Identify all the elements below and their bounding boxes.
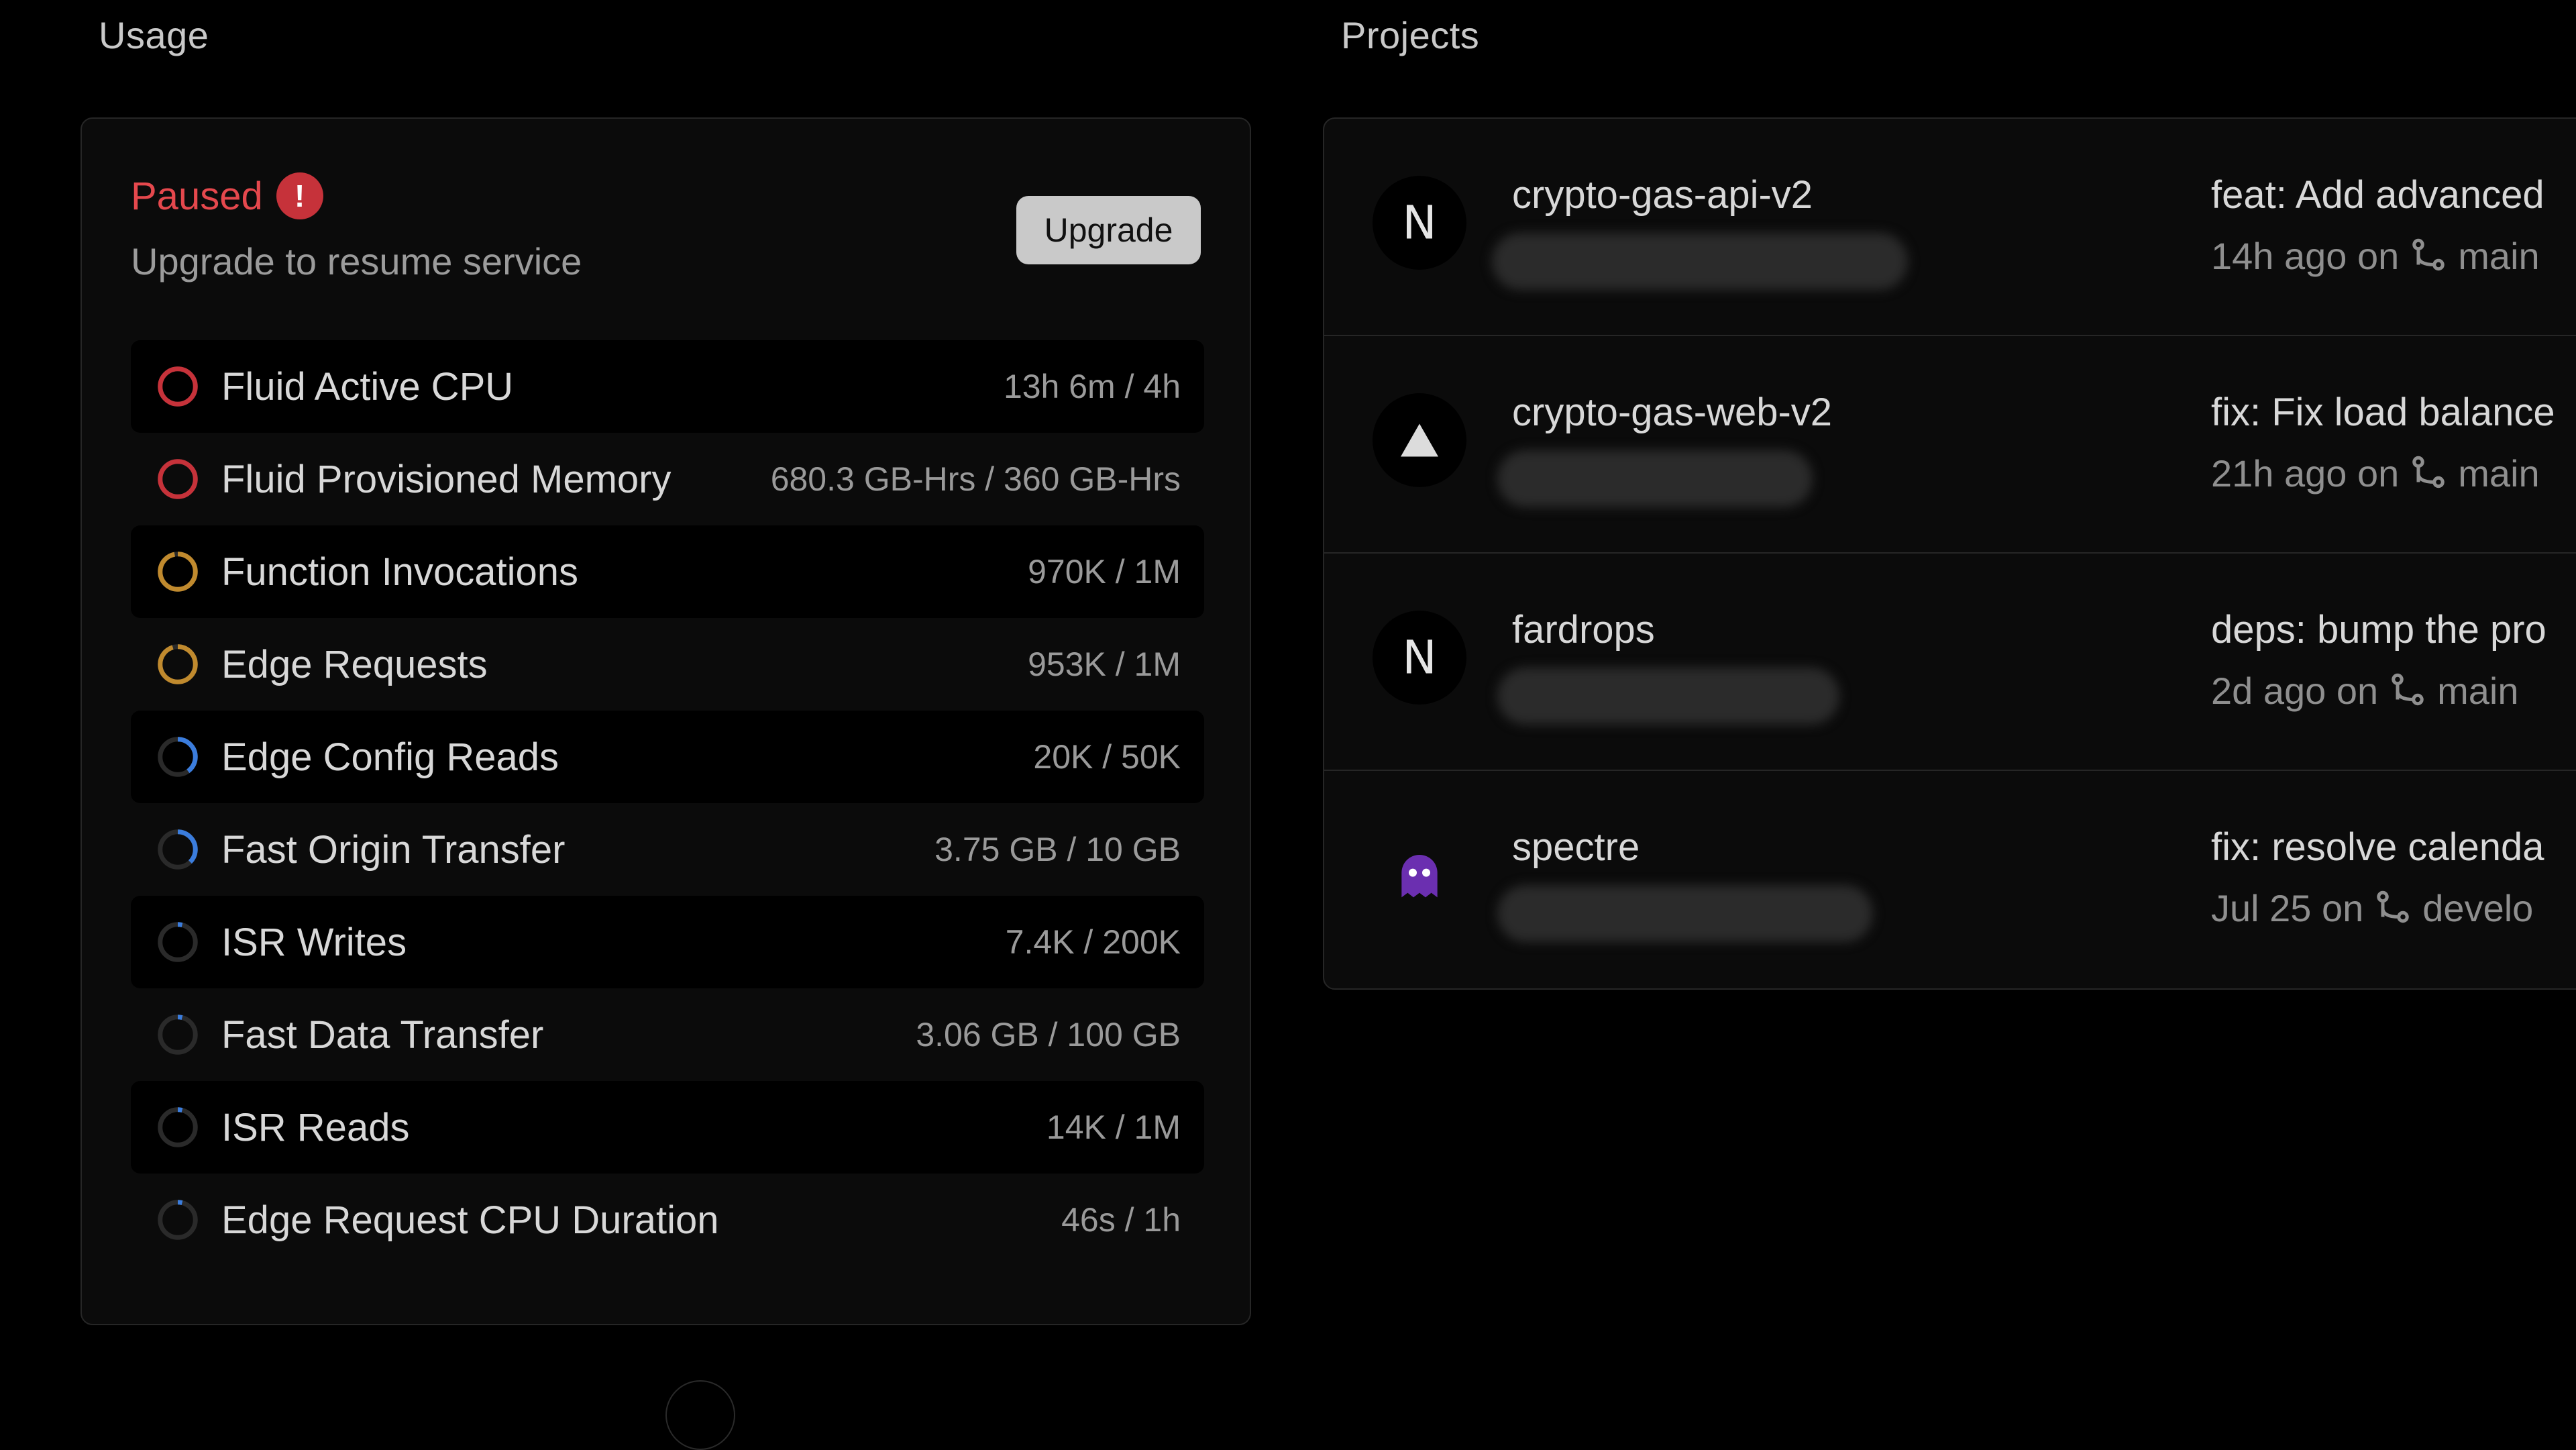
project-name: spectre [1512, 825, 1640, 869]
metric-value: 970K / 1M [1028, 553, 1181, 590]
metric-row[interactable]: Edge Requests 953K / 1M [131, 618, 1204, 711]
projects-card: N crypto-gas-api-v2 feat: Add advanced 1… [1323, 117, 2576, 990]
metric-value: 14K / 1M [1046, 1108, 1181, 1146]
paused-status: Paused ! [131, 172, 323, 219]
metric-name: Edge Requests [221, 642, 488, 686]
metric-value: 20K / 50K [1033, 738, 1181, 776]
upgrade-button[interactable]: Upgrade [1016, 196, 1201, 264]
project-name: fardrops [1512, 608, 1655, 652]
usage-ring-icon [158, 459, 198, 499]
metric-row[interactable]: Function Invocations 970K / 1M [131, 525, 1204, 618]
paused-subtitle: Upgrade to resume service [131, 240, 582, 282]
metric-value: 3.06 GB / 100 GB [916, 1016, 1181, 1053]
commit-time: 2d ago on [2211, 670, 2379, 712]
metric-name: ISR Reads [221, 1105, 410, 1149]
usage-ring-icon [158, 1015, 198, 1055]
ghost-icon [1373, 828, 1466, 922]
commit-meta: 2d ago on main [2211, 669, 2519, 713]
vercel-triangle-icon [1373, 393, 1466, 487]
commit-message: fix: resolve calenda [2211, 825, 2544, 869]
svg-text:N: N [1402, 631, 1436, 685]
redacted-url [1492, 233, 1908, 290]
metric-name: ISR Writes [221, 920, 407, 964]
project-row[interactable]: crypto-gas-web-v2 fix: Fix load balance … [1324, 336, 2576, 554]
git-branch-icon [2412, 238, 2445, 270]
metric-name: Function Invocations [221, 550, 578, 594]
commit-meta: 14h ago on main [2211, 234, 2540, 278]
metric-row[interactable]: ISR Writes 7.4K / 200K [131, 896, 1204, 988]
usage-ring-icon [158, 366, 198, 407]
usage-ring-icon [158, 1200, 198, 1240]
metric-name: Fluid Active CPU [221, 364, 514, 409]
projects-section-title: Projects [1341, 14, 1480, 56]
branch-name: main [2458, 452, 2540, 495]
git-branch-icon [2392, 673, 2424, 705]
usage-ring-icon [158, 1107, 198, 1147]
metric-row[interactable]: Edge Request CPU Duration 46s / 1h [131, 1174, 1204, 1266]
metric-name: Fluid Provisioned Memory [221, 457, 672, 501]
redacted-url [1497, 885, 1873, 942]
usage-section-title: Usage [99, 14, 209, 56]
project-name: crypto-gas-web-v2 [1512, 391, 1833, 434]
metric-name: Fast Data Transfer [221, 1013, 544, 1057]
branch-name: develo [2422, 887, 2534, 929]
nextjs-icon: N [1373, 611, 1466, 705]
usage-metrics-list: Fluid Active CPU 13h 6m / 4h Fluid Provi… [131, 340, 1204, 1266]
commit-meta: Jul 25 on develo [2211, 886, 2533, 930]
project-row[interactable]: N crypto-gas-api-v2 feat: Add advanced 1… [1324, 119, 2576, 336]
commit-message: fix: Fix load balance [2211, 391, 2555, 434]
metric-value: 46s / 1h [1061, 1201, 1181, 1239]
metric-row[interactable]: Fluid Active CPU 13h 6m / 4h [131, 340, 1204, 433]
branch-name: main [2458, 235, 2540, 277]
usage-ring-icon [158, 922, 198, 962]
branch-name: main [2437, 670, 2519, 712]
git-branch-icon [2412, 456, 2445, 488]
metric-row[interactable]: Fast Data Transfer 3.06 GB / 100 GB [131, 988, 1204, 1081]
metric-name: Edge Config Reads [221, 735, 559, 779]
metric-name: Fast Origin Transfer [221, 827, 566, 872]
metric-row[interactable]: Fluid Provisioned Memory 680.3 GB-Hrs / … [131, 433, 1204, 525]
nextjs-icon: N [1373, 176, 1466, 270]
usage-ring-icon [158, 644, 198, 684]
usage-ring-icon [158, 552, 198, 592]
metric-value: 680.3 GB-Hrs / 360 GB-Hrs [770, 460, 1181, 498]
commit-time: Jul 25 on [2211, 887, 2364, 929]
project-row[interactable]: N fardrops deps: bump the pro 2d ago on … [1324, 554, 2576, 771]
metric-value: 3.75 GB / 10 GB [934, 831, 1181, 868]
commit-message: deps: bump the pro [2211, 608, 2546, 652]
project-name: crypto-gas-api-v2 [1512, 173, 1813, 217]
svg-text:N: N [1402, 197, 1436, 250]
commit-time: 21h ago on [2211, 452, 2400, 495]
redacted-url [1497, 668, 1839, 725]
usage-ring-icon [158, 737, 198, 777]
metric-value: 13h 6m / 4h [1003, 368, 1181, 405]
commit-message: feat: Add advanced [2211, 173, 2544, 217]
commit-time: 14h ago on [2211, 235, 2400, 277]
metric-row[interactable]: Edge Config Reads 20K / 50K [131, 711, 1204, 803]
git-branch-icon [2377, 890, 2410, 923]
usage-card: Paused ! Upgrade to resume service Upgra… [80, 117, 1251, 1450]
commit-meta: 21h ago on main [2211, 452, 2540, 495]
alert-icon: ! [276, 172, 323, 219]
paused-label: Paused [131, 174, 263, 218]
metric-name: Edge Request CPU Duration [221, 1198, 719, 1242]
show-more-button[interactable] [665, 1380, 735, 1450]
metric-value: 7.4K / 200K [1005, 923, 1181, 961]
metric-value: 953K / 1M [1028, 645, 1181, 683]
metric-row[interactable]: Fast Origin Transfer 3.75 GB / 10 GB [131, 803, 1204, 896]
project-row[interactable]: spectre fix: resolve calenda Jul 25 on d… [1324, 771, 2576, 988]
metric-row[interactable]: ISR Reads 14K / 1M [131, 1081, 1204, 1174]
redacted-url [1497, 450, 1813, 507]
usage-ring-icon [158, 829, 198, 870]
